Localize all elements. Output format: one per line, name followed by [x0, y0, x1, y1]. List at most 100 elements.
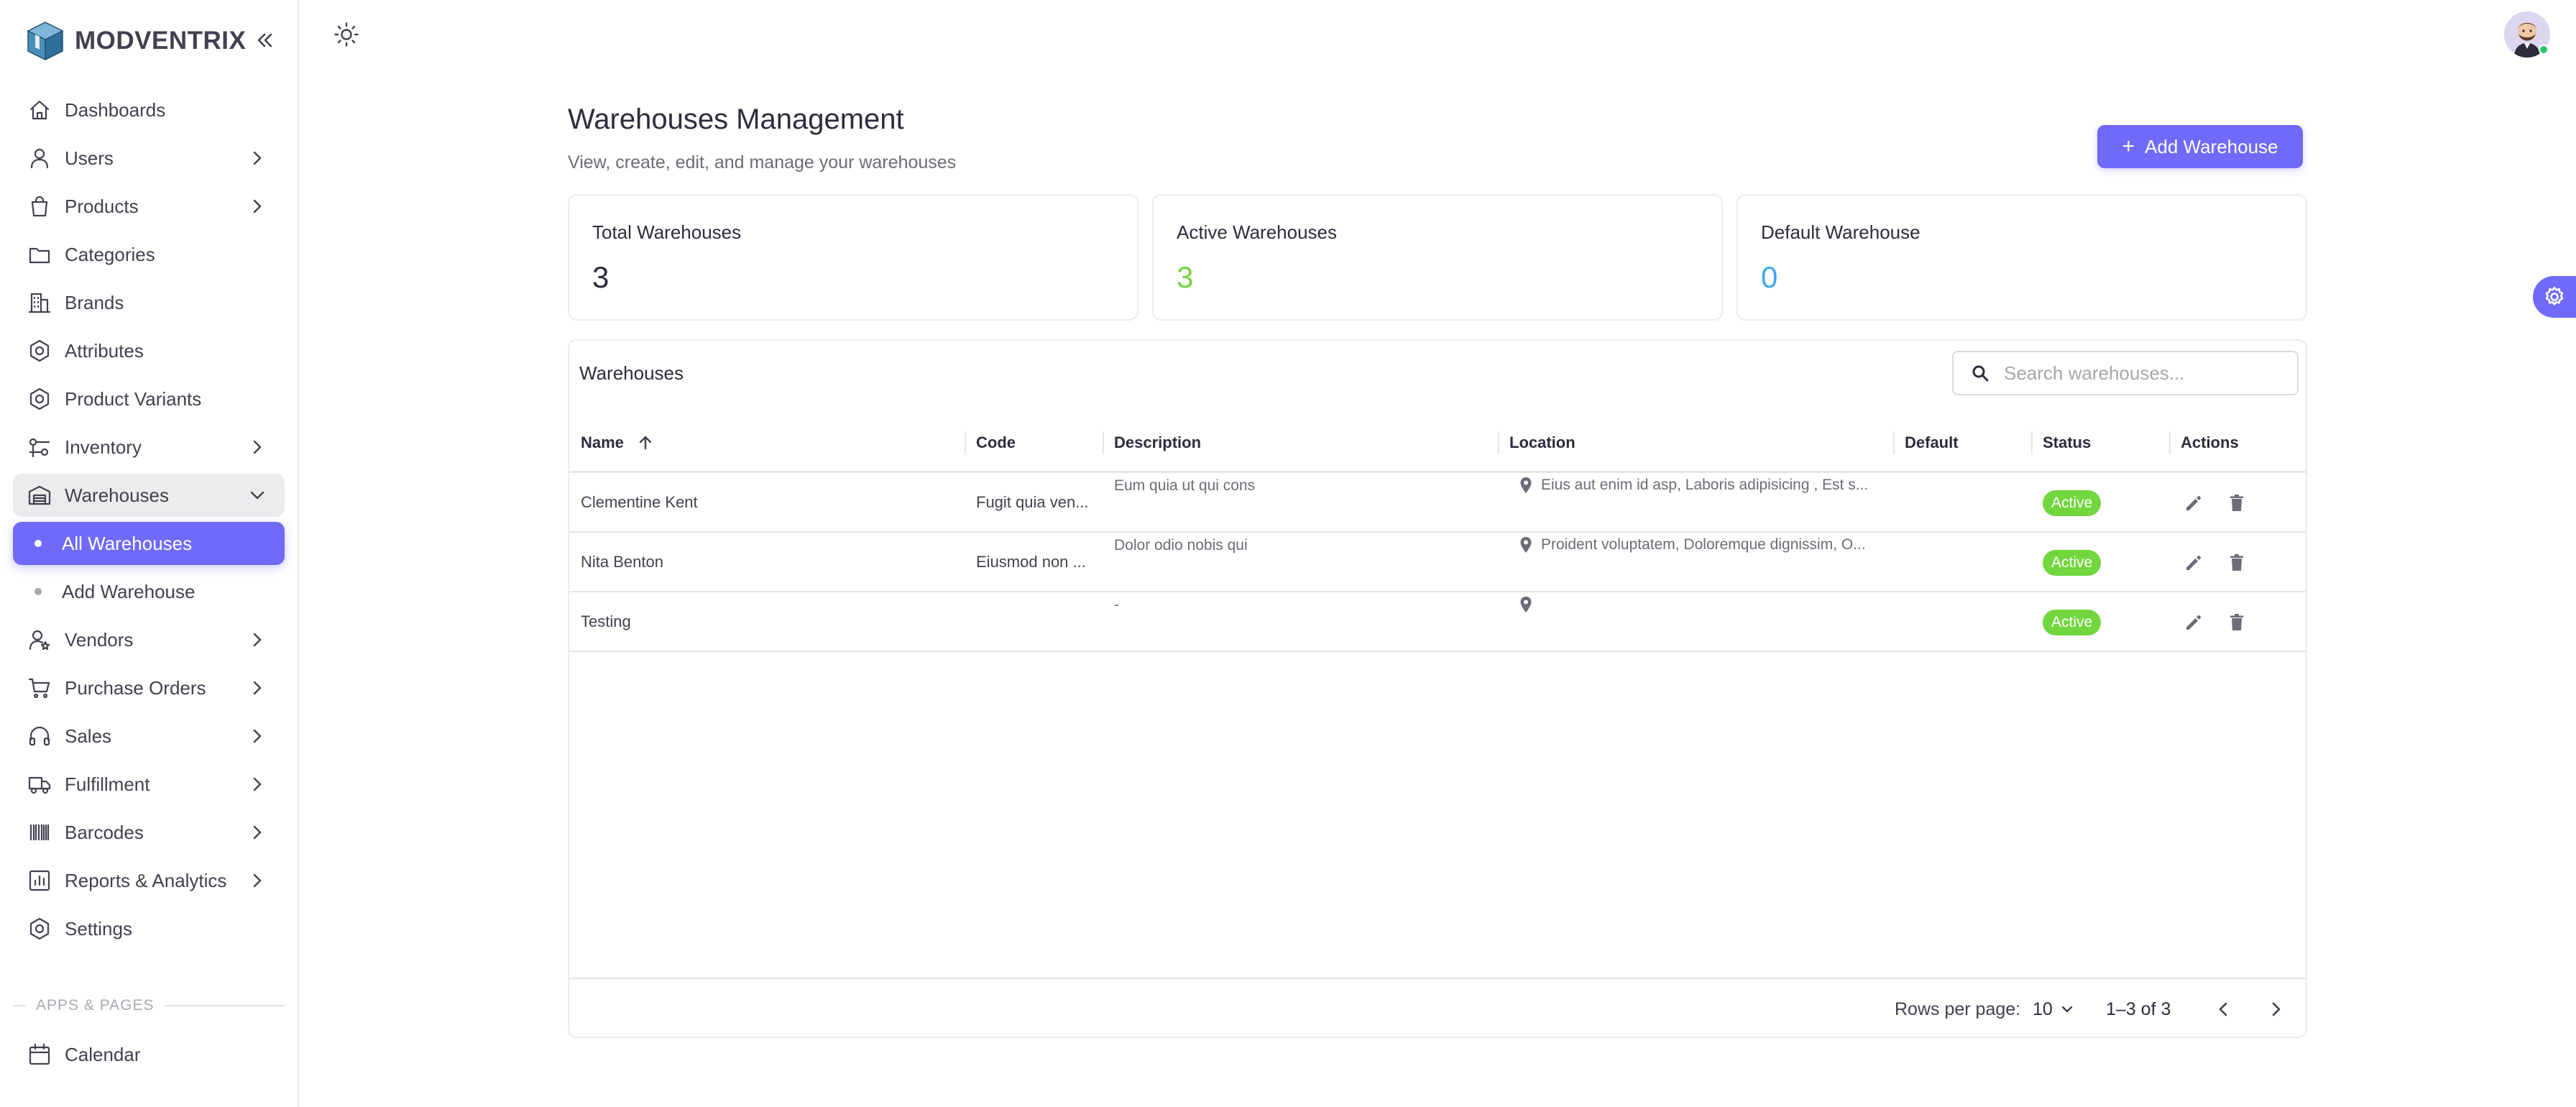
sidebar-item-label: Attributes — [65, 339, 144, 362]
stat-card-active: Active Warehouses 3 — [1152, 194, 1723, 321]
sidebar-item-product-variants[interactable]: Product Variants — [13, 377, 285, 421]
sidebar-item-settings[interactable]: Settings — [13, 907, 285, 950]
cell-description: Dolor odio nobis qui — [1114, 537, 1248, 554]
stat-label: Active Warehouses — [1177, 221, 1338, 243]
column-header-actions: Actions — [2181, 433, 2239, 451]
map-pin-icon — [1520, 477, 1532, 493]
sidebar-item-dashboards[interactable]: Dashboards — [13, 88, 285, 132]
customizer-button[interactable] — [2533, 276, 2576, 318]
table-pagination: Rows per page: 10 1–3 of 3 — [569, 978, 2306, 1037]
cell-location: Eius aut enim id asp, Laboris adipisicin… — [1517, 476, 1890, 495]
building-icon — [28, 293, 51, 313]
sidebar-item-products[interactable]: Products — [13, 185, 285, 228]
plus-icon: + — [2122, 134, 2135, 158]
search-box[interactable] — [1952, 351, 2299, 395]
warehouse-icon — [28, 485, 51, 505]
user-star-icon — [29, 630, 50, 651]
sidebar-item-label: Sales — [65, 725, 112, 747]
sidebar-item-label: All Warehouses — [62, 532, 193, 554]
cell-name: Clementine Kent — [581, 493, 698, 511]
stat-value: 0 — [1761, 260, 1778, 294]
shopping-bag-icon — [31, 196, 48, 217]
nav-section-label: APPS & PAGES — [36, 997, 155, 1014]
location-text: Eius aut enim id asp, Laboris adipisicin… — [1541, 477, 1869, 493]
sidebar: MODVENTRIX Dashboards Users Products Catego… — [0, 0, 299, 1107]
sidebar-item-vendors[interactable]: Vendors — [13, 618, 285, 661]
stat-value: 3 — [1177, 260, 1194, 294]
status-badge: Active — [2043, 550, 2102, 576]
chevron-right-icon[interactable] — [2263, 996, 2288, 1022]
search-input[interactable] — [2004, 362, 2291, 385]
user-icon — [30, 148, 49, 169]
hexagon-cog-icon — [29, 387, 50, 410]
cell-name: Testing — [581, 612, 631, 630]
column-header-location[interactable]: Location — [1509, 413, 1576, 473]
column-header-description[interactable]: Description — [1114, 413, 1201, 473]
brand[interactable]: MODVENTRIX — [24, 20, 246, 62]
trash-icon[interactable] — [2225, 492, 2248, 515]
sidebar-item-label: Inventory — [65, 436, 142, 458]
sidebar-item-attributes[interactable]: Attributes — [13, 329, 285, 372]
sidebar-item-brands[interactable]: Brands — [13, 281, 285, 324]
trash-icon[interactable] — [2225, 551, 2248, 574]
sidebar-nav: Dashboards Users Products Categories Brands A… — [13, 88, 285, 955]
cell-description: - — [1114, 597, 1119, 613]
pencil-icon[interactable] — [2182, 551, 2205, 574]
pencil-icon[interactable] — [2182, 611, 2205, 634]
map-pin-icon — [1520, 537, 1532, 553]
bullet-icon — [34, 540, 42, 547]
chevron-right-icon — [253, 825, 262, 840]
collapse-sidebar-icon[interactable] — [253, 29, 276, 52]
cell-description: Eum quia ut qui cons — [1114, 477, 1256, 494]
sidebar-item-fulfillment[interactable]: Fulfillment — [13, 763, 285, 806]
status-badge: Active — [2043, 610, 2102, 635]
sidebar-item-label: Reports & Analytics — [65, 869, 227, 891]
sidebar-item-calendar[interactable]: Calendar — [13, 1033, 285, 1076]
add-warehouse-button[interactable]: + Add Warehouse — [2097, 125, 2303, 168]
sidebar-item-users[interactable]: Users — [13, 137, 285, 180]
sidebar-item-categories[interactable]: Categories — [13, 233, 285, 276]
chevron-left-icon[interactable] — [2211, 996, 2237, 1022]
pencil-icon[interactable] — [2182, 492, 2205, 515]
table-body: Clementine Kent Fugit quia ven... Eum quia… — [569, 473, 2306, 652]
column-header-name[interactable]: Name — [581, 413, 656, 473]
warehouses-table-card: Warehouses Name Code Description Locatio… — [568, 339, 2307, 1038]
rows-per-page-select[interactable]: 10 — [2033, 996, 2076, 1022]
sidebar-subitem-add-warehouse[interactable]: Add Warehouse — [13, 570, 285, 613]
stat-card-default: Default Warehouse 0 — [1736, 194, 2307, 321]
rows-per-page-label: Rows per page: — [1895, 999, 2021, 1019]
sidebar-item-warehouses[interactable]: Warehouses — [13, 474, 285, 517]
column-header-code[interactable]: Code — [976, 413, 1016, 473]
column-header-status[interactable]: Status — [2043, 413, 2091, 473]
sidebar-item-label: Product Variants — [65, 387, 202, 410]
sidebar-subitem-all-warehouses[interactable]: All Warehouses — [13, 522, 285, 565]
stat-label: Total Warehouses — [592, 221, 742, 243]
cube-logo-icon — [27, 22, 64, 60]
sidebar-item-label: Categories — [65, 243, 155, 265]
page-subtitle: View, create, edit, and manage your ware… — [568, 152, 957, 173]
sidebar-item-label: Users — [65, 147, 114, 169]
sidebar-nav-apps: Calendar — [13, 1033, 285, 1081]
hexagon-cog-icon — [29, 339, 50, 362]
sidebar-item-label: Calendar — [65, 1043, 141, 1065]
page-title: Warehouses Management — [568, 104, 904, 135]
sidebar-item-inventory[interactable]: Inventory — [13, 426, 285, 469]
sidebar-item-label: Purchase Orders — [65, 676, 206, 699]
chart-icon — [29, 870, 50, 891]
sidebar-item-label: Brands — [65, 291, 124, 313]
arrow-up-icon[interactable] — [635, 433, 656, 453]
chevron-right-icon — [253, 440, 262, 454]
sidebar-item-sales[interactable]: Sales — [13, 715, 285, 758]
sidebar-item-label: Vendors — [65, 628, 134, 651]
sidebar-item-purchase-orders[interactable]: Purchase Orders — [13, 666, 285, 709]
sun-icon[interactable] — [334, 22, 359, 47]
sidebar-item-barcodes[interactable]: Barcodes — [13, 811, 285, 854]
chevron-right-icon — [253, 199, 262, 213]
search-icon — [1972, 365, 1989, 382]
sidebar-item-label: Add Warehouse — [62, 580, 196, 602]
cell-location: Proident voluptatem, Doloremque dignissi… — [1517, 536, 1890, 554]
sidebar-item-reports-analytics[interactable]: Reports & Analytics — [13, 859, 285, 902]
sidebar-item-label: Barcodes — [65, 821, 144, 843]
trash-icon[interactable] — [2225, 611, 2248, 634]
column-header-default[interactable]: Default — [1905, 413, 1959, 473]
